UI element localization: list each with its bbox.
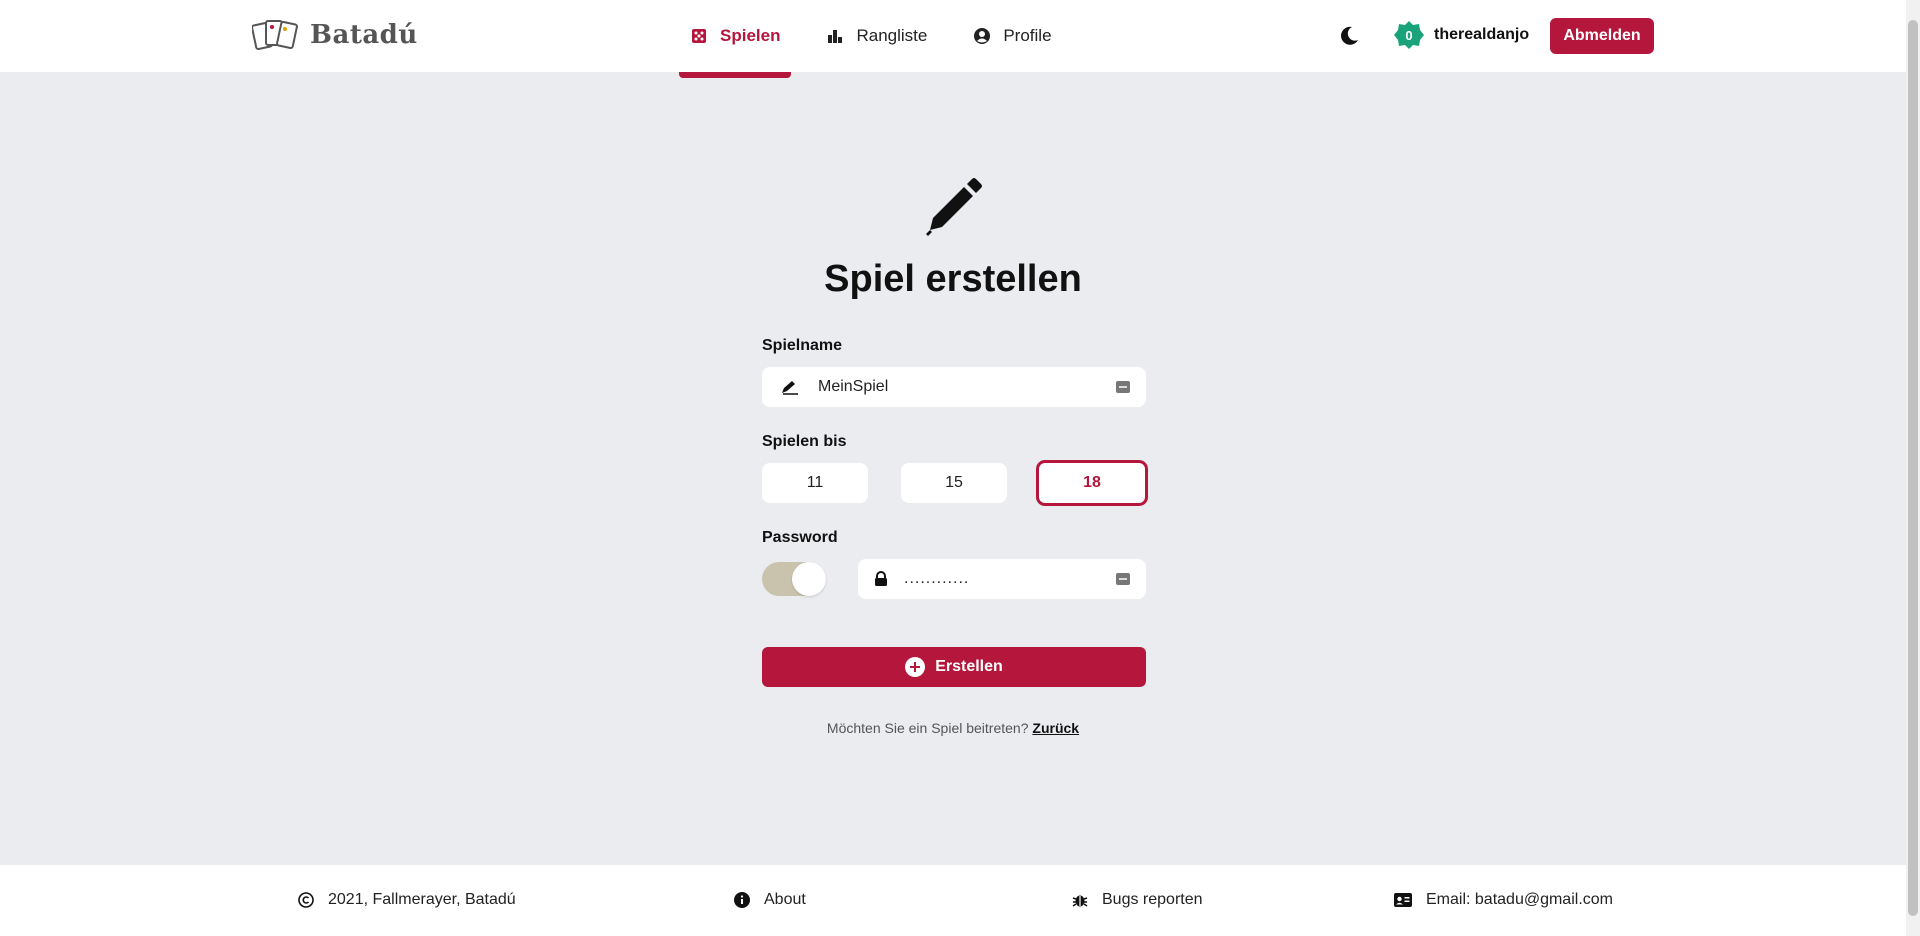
cards-logo-icon [252, 20, 298, 51]
footer-bugs[interactable]: Bugs reporten [1072, 891, 1203, 909]
dice-icon [692, 29, 706, 43]
nav-item-rangliste[interactable]: Rangliste [826, 0, 927, 72]
brand-logo[interactable]: Batadú [252, 18, 418, 52]
info-icon [734, 892, 750, 908]
page-scrollbar[interactable] [1906, 0, 1920, 936]
brand-name: Batadú [310, 20, 418, 50]
game-name-label: Spielname [762, 337, 843, 354]
nav-label-spielen: Spielen [720, 26, 781, 45]
lock-icon [875, 571, 887, 586]
moon-icon[interactable] [1338, 25, 1360, 47]
footer-email[interactable]: Email: batadu@gmail.com [1394, 891, 1613, 909]
nav-item-profile[interactable]: Profile [973, 0, 1052, 72]
toggle-knob [792, 562, 826, 596]
copyright-text: 2021, Fallmerayer, Batadú [328, 891, 516, 908]
play-until-option-18[interactable]: 18 [1036, 460, 1148, 506]
join-hint-text: Möchten Sie ein Spiel beitreten? [826, 720, 1029, 736]
play-until-label: Spielen bis [762, 433, 847, 450]
plus-circle-icon [905, 657, 926, 677]
password-input[interactable] [904, 570, 1116, 588]
header: Batadú Spielen Rangliste Profile 0 there… [0, 0, 1906, 78]
play-until-option-15[interactable]: 15 [901, 463, 1007, 503]
email-text[interactable]: Email: batadu@gmail.com [1426, 891, 1613, 909]
level-badge: 0 [1394, 20, 1424, 50]
game-name-input[interactable] [818, 378, 1116, 396]
main-nav: Spielen Rangliste Profile [678, 0, 1052, 78]
user-menu[interactable]: 0 therealdanjo [1394, 20, 1529, 50]
nav-item-spielen[interactable]: Spielen [678, 0, 792, 78]
signature-icon [782, 381, 798, 395]
user-circle-icon [974, 28, 991, 44]
about-link[interactable]: About [764, 891, 806, 909]
contact-card-icon [1394, 893, 1412, 907]
password-field[interactable] [858, 559, 1146, 599]
footer: 2021, Fallmerayer, Batadú About Bugs rep… [0, 865, 1906, 936]
logout-button[interactable]: Abmelden [1550, 18, 1654, 54]
footer-copyright: 2021, Fallmerayer, Batadú [298, 891, 516, 909]
game-name-field[interactable] [762, 367, 1146, 407]
copyright-icon [298, 892, 314, 908]
username: therealdanjo [1434, 26, 1530, 43]
pencil-icon [926, 178, 982, 236]
nav-label-profile: Profile [1003, 26, 1052, 45]
back-link[interactable]: Zurück [1032, 720, 1079, 736]
bug-icon [1072, 895, 1088, 907]
create-button[interactable]: Erstellen [762, 647, 1146, 687]
password-toggle[interactable] [762, 562, 826, 596]
password-label: Password [762, 529, 838, 546]
create-button-label: Erstellen [935, 658, 1003, 675]
bugs-link[interactable]: Bugs reporten [1102, 891, 1203, 909]
level-value: 0 [1405, 27, 1413, 43]
bar-chart-icon [828, 30, 843, 43]
keyboard-icon [1116, 381, 1130, 393]
scrollbar-thumb[interactable] [1908, 20, 1918, 916]
play-until-option-11[interactable]: 11 [762, 463, 868, 503]
page-title: Spiel erstellen [824, 258, 1082, 300]
footer-about[interactable]: About [734, 891, 806, 909]
keyboard-icon [1116, 573, 1130, 585]
join-hint: Möchten Sie ein Spiel beitreten? Zurück [0, 720, 1906, 736]
nav-label-rangliste: Rangliste [856, 26, 928, 45]
